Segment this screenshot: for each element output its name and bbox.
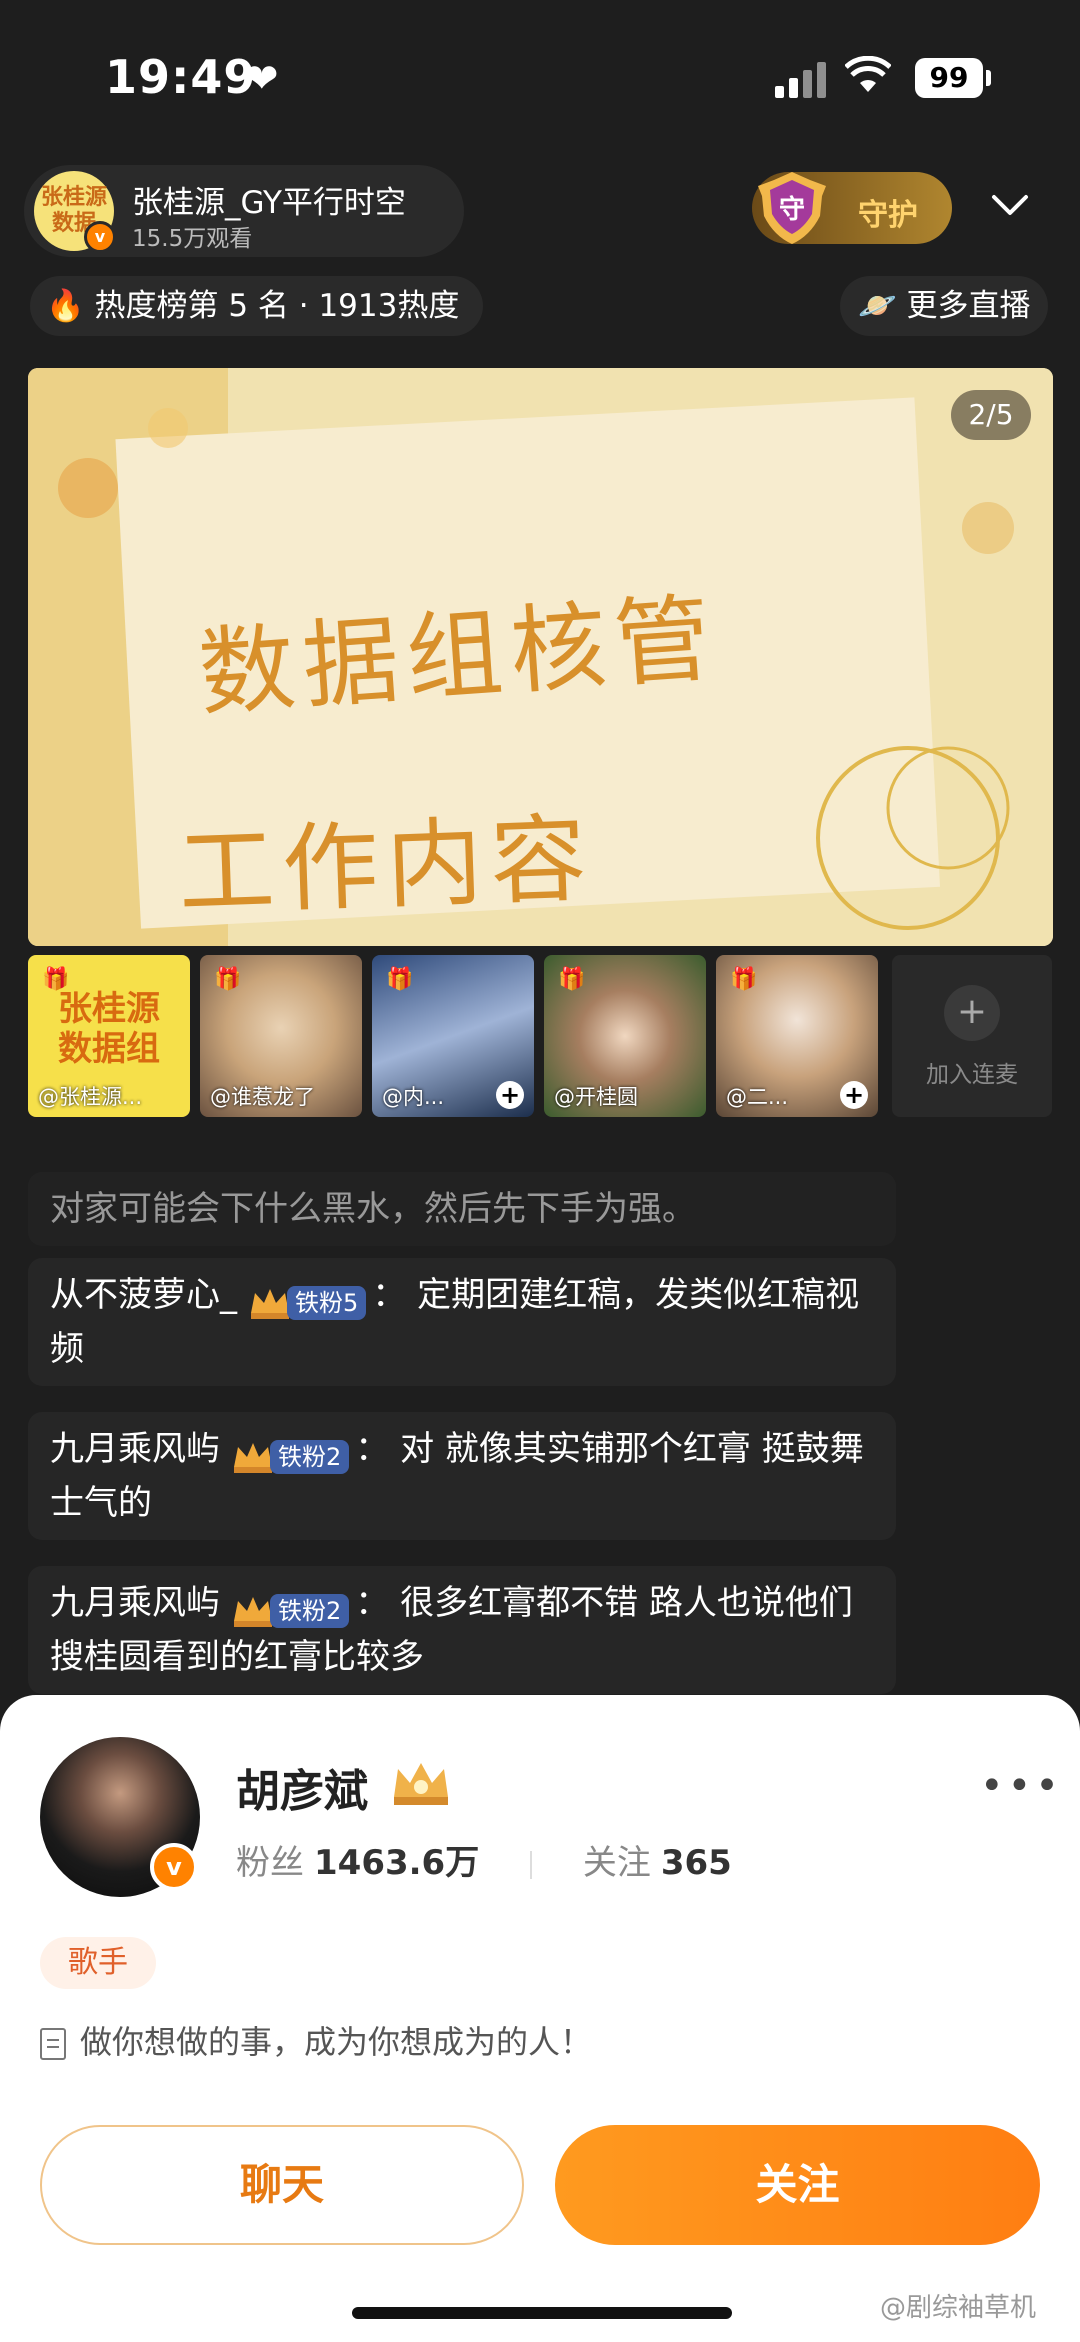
hot-rank-text: 热度榜第 5 名 · 1913热度 [94,288,460,324]
planet-icon: 🪐 [858,288,897,324]
host-info[interactable]: 张桂源 数据 v 张桂源_GY平行时空 15.5万观看 [24,165,464,257]
document-icon [40,2028,66,2060]
profile-bio: 做你想做的事，成为你想成为的人！ [40,2017,592,2063]
bio-text: 做你想做的事，成为你想成为的人！ [80,2023,593,2061]
gift-icon: 🎁 [558,967,586,992]
profile-avatar[interactable]: v [40,1737,200,1897]
more-options-icon[interactable]: ••• [980,1763,1063,1809]
guest-name: @张桂源... [38,1085,143,1109]
chat-message[interactable]: 从不菠萝心_ 铁粉5： 定期团建红稿，发类似红稿视频 [28,1258,896,1386]
home-indicator[interactable] [352,2307,732,2319]
user-profile-card: v 胡彦斌 ••• 粉丝 1463.6万 关注 365 歌手 做你想做的事，成为你想… [0,1695,1080,2342]
guest-seat-2[interactable]: 🎁 @谁惹龙了 [200,955,362,1117]
profile-tag: 歌手 [40,1937,156,1989]
profile-stats: 粉丝 1463.6万 关注 365 [236,1835,732,1884]
watermark: @剧综袖草机 [880,2293,1037,2323]
fan-badge: 铁粉2 [230,1429,350,1474]
guest-name: @二... [726,1085,789,1109]
wifi-icon [844,55,892,104]
fan-level: 铁粉2 [270,1594,350,1628]
gift-icon: 🎁 [214,967,242,992]
chat-text: 对家可能会下什么黑水，然后先下手为强。 [50,1189,696,1229]
chat-message-faded: 对家可能会下什么黑水，然后先下手为强。 [28,1172,896,1246]
page-indicator: 2/5 [951,390,1031,440]
following-count: 365 [660,1843,732,1883]
verified-badge-icon: v [84,221,116,253]
live-stream-video[interactable]: 数据组核管 工作内容 2/5 [28,368,1053,946]
host-avatar[interactable]: 张桂源 数据 v [34,171,116,253]
guest-seat-1[interactable]: 张桂源 数据组 🎁 @张桂源... [28,955,190,1117]
verified-badge-icon: v [150,1843,198,1891]
guest-name: @谁惹龙了 [210,1085,315,1109]
fan-level: 铁粉5 [287,1286,367,1320]
chat-message[interactable]: 九月乘风屿 铁粉2： 对 就像其实铺那个红膏 挺鼓舞士气的 [28,1412,896,1540]
add-icon[interactable]: + [840,1081,868,1109]
follow-button[interactable]: 关注 [555,2125,1040,2245]
join-mic-label: 加入连麦 [926,1062,1018,1088]
guard-button[interactable]: 守 守护 [752,172,952,244]
plus-icon: + [944,985,1000,1041]
heart-icon: ❤ [245,56,279,102]
stream-title-line2: 工作内容 [176,802,597,930]
guard-label: 守护 [858,198,918,233]
status-time: 19:49 [105,50,257,104]
hot-rank-badge[interactable]: 🔥 热度榜第 5 名 · 1913热度 [30,276,484,336]
chat-username[interactable]: 九月乘风屿 [50,1583,220,1623]
chat-username[interactable]: 从不菠萝心_ [50,1275,237,1315]
join-mic-button[interactable]: + 加入连麦 [892,955,1052,1117]
fan-level: 铁粉2 [270,1440,350,1474]
more-live-label: 更多直播 [906,288,1031,324]
chat-button[interactable]: 聊天 [40,2125,524,2245]
host-name: 张桂源_GY平行时空 [132,185,406,221]
guest-avatar-text: 张桂源 数据组 [58,989,160,1069]
guard-icon-text: 守 [779,194,805,225]
chevron-down-icon[interactable] [990,185,1030,225]
more-live-button[interactable]: 🪐 更多直播 [840,276,1049,336]
profile-name: 胡彦斌 [236,1766,368,1817]
host-view-count: 15.5万观看 [132,226,253,252]
guest-seat-5[interactable]: 🎁 @二... + [716,955,878,1117]
crown-icon [394,1763,448,1805]
fan-badge: 铁粉2 [230,1583,350,1628]
gift-icon: 🎁 [42,967,70,992]
fan-badge: 铁粉5 [247,1275,367,1320]
chat-message[interactable]: 九月乘风屿 铁粉2： 很多红膏都不错 路人也说他们搜桂圆看到的红膏比较多 [28,1566,896,1694]
divider [530,1850,533,1879]
cellular-signal-icon [775,58,833,98]
chat-username[interactable]: 九月乘风屿 [50,1429,220,1469]
fans-label: 粉丝 [236,1843,304,1883]
guest-name: @开桂圆 [554,1085,638,1109]
guest-name: @内... [382,1085,445,1109]
guest-seat-3[interactable]: 🎁 @内... + [372,955,534,1117]
battery-indicator: 99 [915,58,991,98]
fans-count: 1463.6万 [314,1843,480,1883]
guard-shield-icon: 守 [758,172,826,244]
status-bar: 19:49 ❤ 99 [0,0,1080,150]
guest-seat-4[interactable]: 🎁 @开桂圆 [544,955,706,1117]
following-label: 关注 [582,1843,651,1883]
gift-icon: 🎁 [386,967,414,992]
add-icon[interactable]: + [496,1081,524,1109]
flame-icon: 🔥 [46,288,85,324]
gift-icon: 🎁 [730,967,758,992]
